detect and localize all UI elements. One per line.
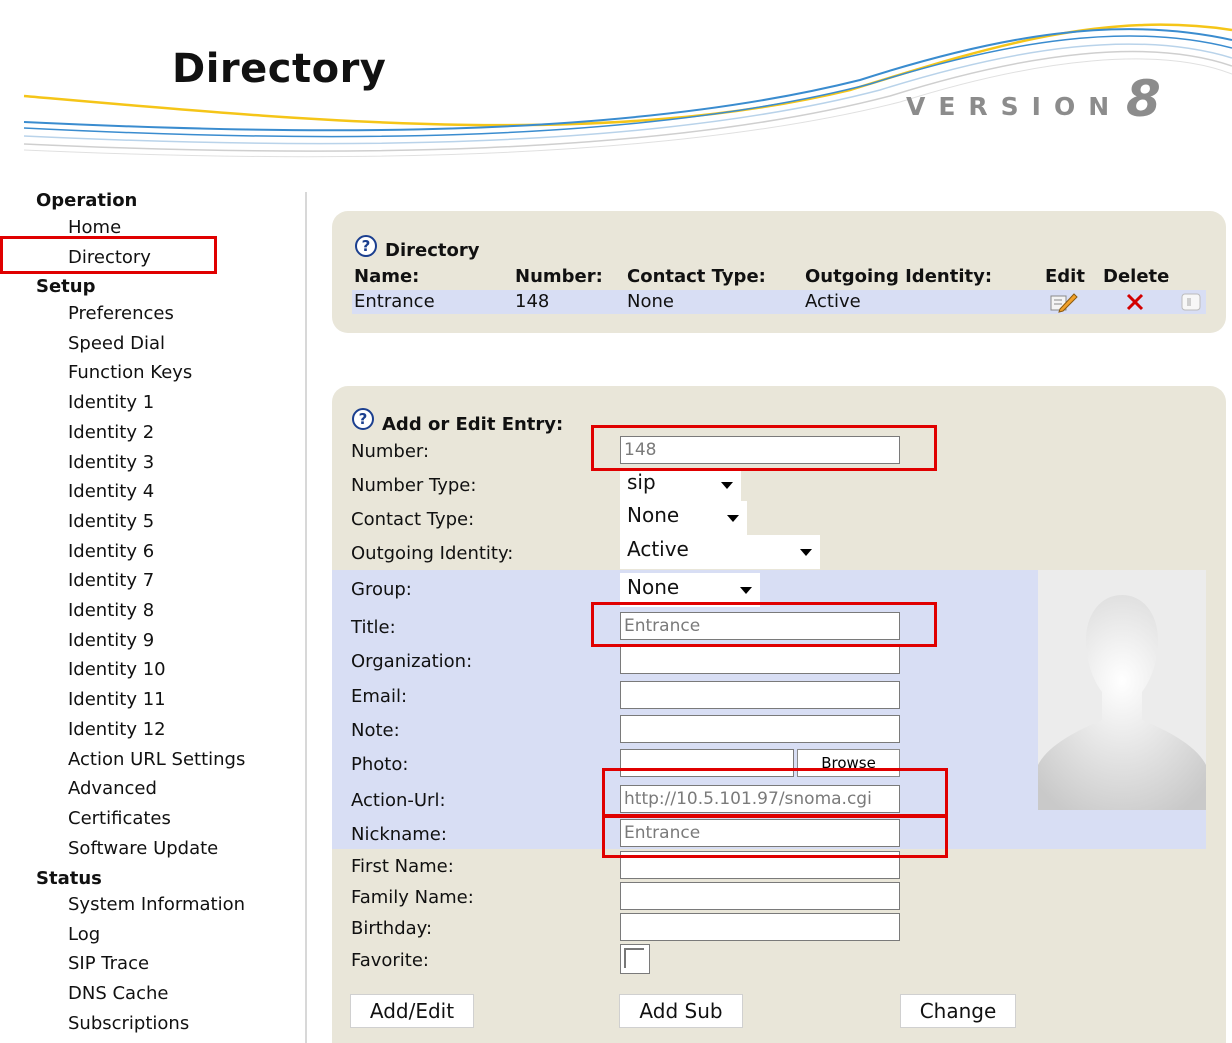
highlight-number-field [591,425,937,471]
add-sub-button[interactable]: Add Sub [619,994,743,1028]
sidebar-item-identity-12[interactable]: Identity 12 [68,719,166,740]
label-first-name: First Name: [351,856,454,877]
group-value: None [627,575,680,599]
note-field[interactable] [620,715,900,743]
version-number: 8 [1126,70,1161,128]
sidebar-item-certificates[interactable]: Certificates [68,808,171,829]
row-number: 148 [515,291,550,312]
label-email: Email: [351,686,408,707]
sidebar-item-identity-9[interactable]: Identity 9 [68,630,154,651]
sidebar-divider [305,192,307,1043]
highlight-directory-nav [0,236,217,274]
col-header-name: Name: [354,266,420,287]
directory-panel [332,211,1226,333]
chevron-down-icon [800,549,812,556]
sidebar-item-home[interactable]: Home [68,217,121,238]
number-type-value: sip [627,470,656,494]
label-outgoing-identity: Outgoing Identity: [351,543,514,564]
outgoing-identity-select[interactable]: Active [620,535,820,569]
sidebar-item-identity-10[interactable]: Identity 10 [68,659,166,680]
chevron-down-icon [727,515,739,522]
col-header-delete: Delete [1103,266,1170,287]
col-header-edit: Edit [1045,266,1085,287]
sidebar-section-setup: Setup [36,276,96,297]
sidebar-item-identity-2[interactable]: Identity 2 [68,422,154,443]
label-family-name: Family Name: [351,887,474,908]
sidebar-item-dns-cache[interactable]: DNS Cache [68,983,168,1004]
favorite-checkbox[interactable] [620,944,650,974]
row-name: Entrance [354,291,435,312]
sidebar-item-identity-6[interactable]: Identity 6 [68,541,154,562]
label-title: Title: [351,617,396,638]
label-number-type: Number Type: [351,475,477,496]
col-header-number: Number: [515,266,603,287]
organization-field[interactable] [620,646,900,674]
sidebar-item-identity-11[interactable]: Identity 11 [68,689,166,710]
label-contact-type: Contact Type: [351,509,475,530]
row-contact-type: None [627,291,674,312]
label-favorite: Favorite: [351,950,429,971]
contact-type-value: None [627,503,680,527]
sidebar-section-status: Status [36,868,102,889]
sidebar-item-log[interactable]: Log [68,924,100,945]
add-edit-button[interactable]: Add/Edit [350,994,474,1028]
label-number: Number: [351,441,430,462]
checkbox-inner [624,948,644,968]
sidebar-item-speed-dial[interactable]: Speed Dial [68,333,165,354]
speaker-icon[interactable] [1180,291,1204,313]
outgoing-identity-value: Active [627,537,689,561]
entry-title: Add or Edit Entry: [382,414,564,435]
contact-type-select[interactable]: None [620,501,747,535]
sidebar-item-software-update[interactable]: Software Update [68,838,218,859]
avatar-silhouette-icon [1038,570,1206,810]
label-group: Group: [351,579,412,600]
row-outgoing-identity: Active [805,291,861,312]
col-header-outgoing-identity: Outgoing Identity: [805,266,993,287]
email-field[interactable] [620,681,900,709]
delete-icon[interactable] [1125,292,1145,312]
sidebar-section-operation: Operation [36,190,138,211]
sidebar-item-sip-trace[interactable]: SIP Trace [68,953,149,974]
sidebar-item-identity-3[interactable]: Identity 3 [68,452,154,473]
sidebar-item-identity-7[interactable]: Identity 7 [68,570,154,591]
family-name-field[interactable] [620,882,900,910]
birthday-field[interactable] [620,913,900,941]
sidebar-item-action-url-settings[interactable]: Action URL Settings [68,749,245,770]
label-note: Note: [351,720,400,741]
version-label: VERSION [906,92,1123,121]
sidebar-item-identity-8[interactable]: Identity 8 [68,600,154,621]
highlight-action-url-field [602,768,948,817]
sidebar-item-identity-1[interactable]: Identity 1 [68,392,154,413]
sidebar-item-function-keys[interactable]: Function Keys [68,362,192,383]
label-birthday: Birthday: [351,918,433,939]
sidebar-item-subscriptions[interactable]: Subscriptions [68,1013,189,1034]
col-header-contact-type: Contact Type: [627,266,766,287]
label-organization: Organization: [351,651,473,672]
number-type-select[interactable]: sip [620,468,741,502]
chevron-down-icon [740,587,752,594]
sidebar-item-identity-4[interactable]: Identity 4 [68,481,154,502]
help-icon[interactable]: ? [355,235,377,257]
change-button[interactable]: Change [900,994,1016,1028]
highlight-nickname-field [602,815,948,858]
label-action-url: Action-Url: [351,790,446,811]
sidebar-item-advanced[interactable]: Advanced [68,778,157,799]
chevron-down-icon [721,482,733,489]
label-photo: Photo: [351,754,409,775]
pencil-icon[interactable] [1050,291,1078,313]
help-icon[interactable]: ? [352,408,374,430]
highlight-title-field [591,602,937,647]
page-title: Directory [172,46,387,92]
sidebar-item-preferences[interactable]: Preferences [68,303,174,324]
sidebar-item-system-information[interactable]: System Information [68,894,245,915]
directory-title: Directory [385,240,480,261]
sidebar-item-identity-5[interactable]: Identity 5 [68,511,154,532]
label-nickname: Nickname: [351,824,447,845]
